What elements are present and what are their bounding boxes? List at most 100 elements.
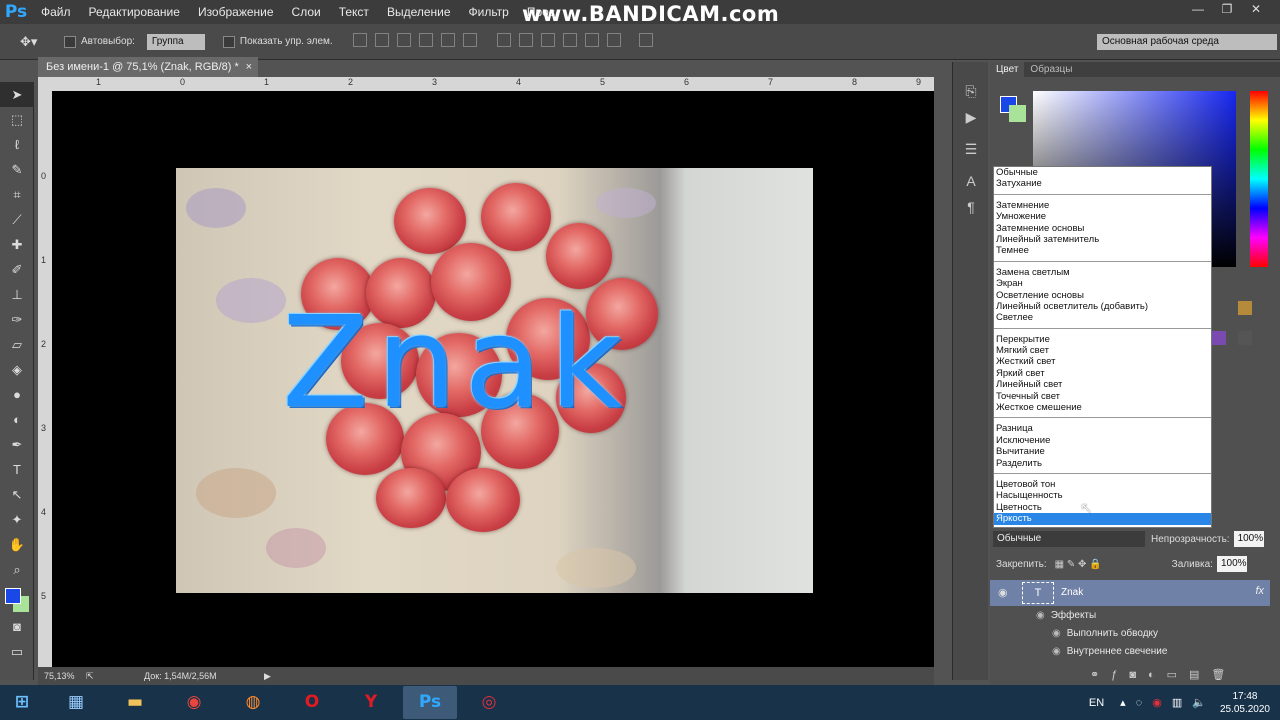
- close-window-button[interactable]: ✕: [1241, 0, 1271, 18]
- firefox-icon[interactable]: ◍: [226, 686, 280, 719]
- blend-option[interactable]: Экран: [994, 278, 1211, 289]
- opacity-input[interactable]: 100%: [1233, 531, 1264, 547]
- menu-layers[interactable]: Слои: [283, 0, 330, 24]
- auto-align-icon[interactable]: [638, 33, 653, 47]
- autoselect-dropdown[interactable]: Группа: [146, 33, 205, 50]
- document-tab[interactable]: Без имени-1 @ 75,1% (Znak, RGB/8) * ×: [38, 57, 258, 77]
- blend-option[interactable]: Цветовой тон: [994, 479, 1211, 490]
- pen-tool-icon[interactable]: ✒: [0, 432, 34, 457]
- show-controls-checkbox[interactable]: [222, 35, 235, 48]
- brush-tool-icon[interactable]: ✐: [0, 257, 34, 282]
- blend-option[interactable]: Линейный осветлитель (добавить): [994, 301, 1211, 312]
- blend-option[interactable]: Вычитание: [994, 446, 1211, 457]
- character-panel-icon[interactable]: A: [953, 168, 989, 194]
- bandicam-icon[interactable]: ◎: [462, 686, 516, 719]
- blend-option[interactable]: Точечный свет: [994, 391, 1211, 402]
- start-button-icon[interactable]: ⊞: [0, 686, 44, 719]
- healing-tool-icon[interactable]: ✚: [0, 232, 34, 257]
- move-tool-icon[interactable]: ✥▾: [20, 34, 44, 50]
- type-tool-icon[interactable]: T: [0, 457, 34, 482]
- workspace-dropdown[interactable]: Основная рабочая среда: [1097, 34, 1277, 50]
- foreground-color[interactable]: [5, 588, 21, 604]
- eye-icon[interactable]: ◉: [1052, 628, 1061, 639]
- hand-tool-icon[interactable]: ✋: [0, 532, 34, 557]
- status-arrow-icon[interactable]: ▶: [264, 667, 271, 685]
- blend-option[interactable]: Жесткое смешение: [994, 402, 1211, 413]
- distribute-bottom-icon[interactable]: [540, 33, 555, 47]
- dodge-tool-icon[interactable]: ◐: [0, 407, 34, 432]
- align-right-icon[interactable]: [462, 33, 477, 47]
- panel-background-color[interactable]: [1009, 105, 1026, 122]
- blend-option[interactable]: Разница: [994, 423, 1211, 434]
- swatch[interactable]: [1212, 331, 1226, 345]
- menu-image[interactable]: Изображение: [189, 0, 283, 24]
- eye-icon[interactable]: ◉: [1036, 610, 1045, 621]
- fx-icon[interactable]: fx: [1255, 585, 1264, 597]
- minimize-button[interactable]: —: [1183, 0, 1213, 18]
- blur-tool-icon[interactable]: ●: [0, 382, 34, 407]
- paint-bucket-tool-icon[interactable]: ◈: [0, 357, 34, 382]
- layers-footer-icons[interactable]: ⚭ƒ◙◐▭▤🗑: [1090, 668, 1237, 681]
- layer-blend-mode-select[interactable]: Обычные: [993, 531, 1145, 547]
- yandex-icon[interactable]: Y: [344, 686, 398, 719]
- zoom-tool-icon[interactable]: ⌕: [0, 557, 34, 582]
- align-vcenter-icon[interactable]: [374, 33, 389, 47]
- distribute-left-icon[interactable]: [562, 33, 577, 47]
- layer-name[interactable]: Znak: [1061, 587, 1083, 598]
- blend-option[interactable]: Светлее: [994, 312, 1211, 323]
- status-icon[interactable]: ⇱: [86, 667, 94, 685]
- clock[interactable]: 17:48 25.05.2020: [1220, 690, 1270, 716]
- blend-option[interactable]: Замена светлым: [994, 267, 1211, 278]
- language-indicator[interactable]: EN: [1089, 697, 1104, 709]
- align-top-icon[interactable]: [352, 33, 367, 47]
- crop-tool-icon[interactable]: ⌗: [0, 182, 34, 207]
- eraser-tool-icon[interactable]: ▱: [0, 332, 34, 357]
- menu-filter[interactable]: Фильтр: [460, 0, 518, 24]
- distribute-top-icon[interactable]: [496, 33, 511, 47]
- eyedropper-tool-icon[interactable]: ⟋: [0, 207, 34, 232]
- blend-option[interactable]: Насыщенность: [994, 490, 1211, 501]
- tray-arrow-icon[interactable]: ▴: [1120, 696, 1126, 709]
- marquee-tool-icon[interactable]: ⬚: [0, 107, 34, 132]
- align-bottom-icon[interactable]: [396, 33, 411, 47]
- hue-slider[interactable]: [1250, 91, 1268, 267]
- path-select-tool-icon[interactable]: ↖: [0, 482, 34, 507]
- blend-option[interactable]: Обычные: [994, 167, 1211, 178]
- distribute-vcenter-icon[interactable]: [518, 33, 533, 47]
- blend-option[interactable]: Затухание: [994, 178, 1211, 189]
- network-icon[interactable]: ▥: [1172, 696, 1182, 709]
- blend-option[interactable]: Яркий свет: [994, 368, 1211, 379]
- tab-swatches[interactable]: Образцы: [1024, 62, 1078, 77]
- actions-panel-icon[interactable]: ▶: [953, 104, 989, 130]
- effect-row[interactable]: ◉ Внутреннее свечение: [1052, 640, 1167, 662]
- opera-icon[interactable]: O: [285, 686, 339, 719]
- photoshop-taskbar-icon[interactable]: Ps: [403, 686, 457, 719]
- tray-app-icon[interactable]: ◌: [1136, 697, 1143, 709]
- lock-icons[interactable]: ▦ ✎ ✥ 🔒: [1055, 559, 1102, 570]
- blend-option[interactable]: Темнее: [994, 245, 1211, 256]
- align-left-icon[interactable]: [418, 33, 433, 47]
- quick-mask-icon[interactable]: ◙: [0, 614, 34, 639]
- tab-color[interactable]: Цвет: [990, 62, 1025, 77]
- blend-option[interactable]: Цветность: [994, 502, 1211, 513]
- align-hcenter-icon[interactable]: [440, 33, 455, 47]
- blend-option[interactable]: Осветление основы: [994, 290, 1211, 301]
- menu-text[interactable]: Текст: [330, 0, 378, 24]
- history-panel-icon[interactable]: ⎘: [953, 78, 989, 104]
- paragraph-panel-icon[interactable]: ¶: [953, 194, 989, 220]
- chrome-icon[interactable]: ◉: [167, 686, 221, 719]
- distribute-right-icon[interactable]: [606, 33, 621, 47]
- blend-option[interactable]: Разделить: [994, 458, 1211, 469]
- visibility-eye-icon[interactable]: ◉: [998, 586, 1008, 599]
- distribute-hcenter-icon[interactable]: [584, 33, 599, 47]
- eye-icon[interactable]: ◉: [1052, 646, 1061, 657]
- shape-tool-icon[interactable]: ✦: [0, 507, 34, 532]
- close-document-icon[interactable]: ×: [246, 57, 252, 77]
- recording-icon[interactable]: ◉: [1152, 696, 1162, 709]
- znak-text-layer[interactable]: Znak: [282, 300, 630, 426]
- menu-file[interactable]: Файл: [32, 0, 80, 24]
- blend-option[interactable]: Затемнение основы: [994, 223, 1211, 234]
- blend-option[interactable]: Линейный свет: [994, 379, 1211, 390]
- blend-option[interactable]: Линейный затемнитель: [994, 234, 1211, 245]
- autoselect-checkbox[interactable]: [64, 35, 76, 48]
